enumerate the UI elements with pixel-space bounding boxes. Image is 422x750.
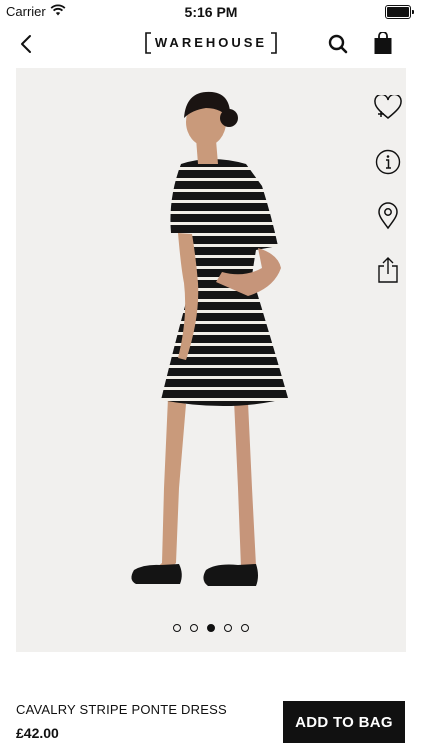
search-icon bbox=[328, 34, 348, 54]
header: WAREHOUSE bbox=[0, 22, 422, 68]
info-icon bbox=[375, 149, 401, 175]
bag-icon bbox=[374, 31, 392, 54]
share-icon bbox=[378, 257, 398, 283]
back-icon bbox=[21, 35, 31, 53]
pager-dot[interactable] bbox=[207, 624, 215, 632]
status-bar: Carrier 5:16 PM bbox=[0, 0, 422, 22]
back-button[interactable] bbox=[14, 30, 38, 58]
product-image-gallery[interactable] bbox=[16, 68, 406, 652]
location-pin-icon bbox=[378, 202, 398, 230]
add-to-bag-button[interactable]: ADD TO BAG bbox=[283, 701, 405, 743]
battery-cap bbox=[412, 10, 414, 14]
brand-name: WAREHOUSE bbox=[154, 35, 268, 50]
image-pager bbox=[16, 624, 406, 632]
search-button[interactable] bbox=[327, 33, 349, 55]
product-price: £42.00 bbox=[16, 725, 59, 741]
product-photo bbox=[131, 91, 288, 586]
heart-plus-icon bbox=[374, 95, 402, 119]
pager-dot[interactable] bbox=[190, 624, 198, 632]
pager-dot[interactable] bbox=[241, 624, 249, 632]
add-to-wishlist-button[interactable] bbox=[372, 92, 404, 124]
store-locator-button[interactable] bbox=[372, 200, 404, 232]
pager-dot[interactable] bbox=[224, 624, 232, 632]
bag-button[interactable] bbox=[373, 31, 393, 56]
battery-level bbox=[387, 7, 409, 17]
share-button[interactable] bbox=[372, 254, 404, 286]
status-time: 5:16 PM bbox=[184, 4, 238, 20]
product-name: CAVALRY STRIPE PONTE DRESS bbox=[16, 702, 227, 717]
pager-dot[interactable] bbox=[173, 624, 181, 632]
battery-indicator bbox=[385, 5, 414, 19]
brand-logo[interactable]: WAREHOUSE bbox=[145, 32, 277, 54]
battery-icon bbox=[385, 5, 411, 19]
info-button[interactable] bbox=[372, 146, 404, 178]
